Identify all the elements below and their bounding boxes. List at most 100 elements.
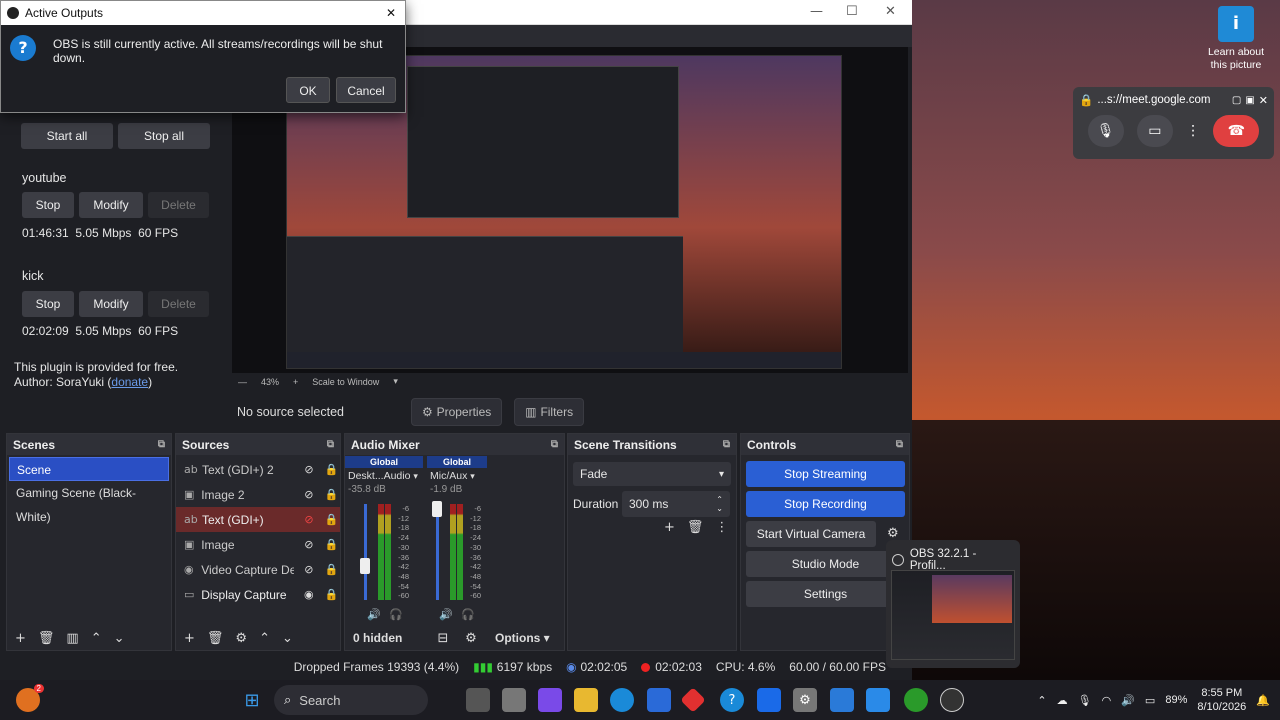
move-down-icon[interactable]: ⌄ — [282, 631, 293, 646]
close-window-icon[interactable]: ✕ — [885, 4, 896, 19]
duration-spinbox[interactable]: 300 ms ⌃ ⌄ — [622, 491, 730, 517]
end-call-button[interactable]: ☎ — [1213, 115, 1260, 147]
speaker-icon[interactable]: 🔊 — [367, 608, 381, 621]
zoom-out-icon[interactable]: — — [238, 377, 247, 387]
speaker-icon[interactable]: 🔊 — [439, 608, 453, 621]
undock-icon[interactable]: ⧉ — [158, 439, 165, 450]
filter-icon[interactable]: ▥ — [66, 631, 78, 646]
lock-icon[interactable]: 🔒 — [323, 488, 340, 501]
chevron-down-icon[interactable]: ▾ — [393, 377, 398, 387]
close-icon[interactable]: ✕ — [386, 6, 405, 20]
undock-icon[interactable]: ⧉ — [723, 439, 730, 450]
move-up-icon[interactable]: ⌃ — [259, 631, 270, 646]
lock-icon[interactable]: 🔒 — [323, 538, 340, 551]
trash-icon[interactable]: 🗑 — [207, 631, 224, 646]
clock[interactable]: 8:55 PM 8/10/2026 — [1197, 686, 1246, 714]
close-icon[interactable]: ✕ — [1259, 94, 1268, 107]
add-transition-icon[interactable]: + — [664, 520, 675, 535]
gear-icon[interactable]: ⚙ — [235, 631, 247, 646]
gear-icon[interactable]: ⚙ — [887, 526, 899, 541]
channel-name[interactable]: Mic/Aux ▾ — [427, 468, 487, 484]
trash-icon[interactable]: 🗑 — [687, 520, 704, 535]
start-all-button[interactable]: Start all — [21, 123, 113, 149]
wifi-icon[interactable]: ◠ — [1102, 694, 1112, 707]
more-icon[interactable]: ⋮ — [715, 520, 728, 535]
store-icon[interactable] — [647, 688, 671, 712]
minimize-icon[interactable]: — — [810, 4, 823, 19]
volume-slider-track[interactable] — [436, 504, 439, 600]
scale-select[interactable]: Scale to Window — [312, 377, 379, 387]
lock-icon[interactable]: 🔒 — [323, 563, 340, 576]
layout-icon[interactable]: ⊟ — [429, 631, 457, 646]
lock-icon[interactable]: 🔒 — [323, 588, 340, 601]
stop-kick-button[interactable]: Stop — [22, 291, 74, 317]
source-item[interactable]: ab Text (GDI+) 2 ⊘ 🔒 — [176, 457, 340, 482]
taskbar-search[interactable]: ⌕ Search — [274, 685, 428, 715]
source-item[interactable]: ▣ Image ⊘ 🔒 — [176, 532, 340, 557]
popout-icon[interactable]: ▢ — [1232, 95, 1241, 106]
modify-youtube-button[interactable]: Modify — [79, 192, 143, 218]
scene-item[interactable]: Gaming Scene (Black-White) — [9, 481, 169, 524]
trash-icon[interactable]: 🗑 — [38, 631, 55, 646]
stop-youtube-button[interactable]: Stop — [22, 192, 74, 218]
source-item[interactable]: ▭ Display Capture ◉ 🔒 — [176, 582, 340, 607]
obs-taskbar-icon[interactable] — [940, 688, 964, 712]
mic-icon[interactable]: 🎙 — [1078, 694, 1092, 707]
undock-icon[interactable]: ⧉ — [896, 439, 903, 450]
xbox-icon[interactable] — [904, 688, 928, 712]
filters-button[interactable]: ▥ Filters — [514, 398, 585, 426]
help-icon[interactable]: ? — [720, 688, 744, 712]
stop-recording-button[interactable]: Stop Recording — [746, 491, 905, 517]
taskbar-window-preview[interactable]: OBS 32.2.1 - Profil... — [886, 540, 1020, 668]
add-scene-icon[interactable]: + — [15, 631, 26, 646]
settings-button[interactable]: Settings — [746, 581, 905, 607]
delete-kick-button[interactable]: Delete — [148, 291, 209, 317]
edge-icon[interactable] — [610, 688, 634, 712]
lock-icon[interactable]: 🔒 — [323, 463, 340, 476]
transition-select[interactable]: Fade ▾ — [573, 462, 731, 486]
donate-link[interactable]: donate — [111, 375, 148, 389]
volume-slider-handle[interactable] — [432, 500, 442, 517]
headphones-icon[interactable]: 🎧 — [389, 608, 403, 621]
learn-about-picture-icon[interactable]: i Learn about this picture — [1198, 6, 1274, 72]
ok-button[interactable]: OK — [286, 77, 330, 103]
source-item[interactable]: ▣ Image 2 ⊘ 🔒 — [176, 482, 340, 507]
properties-button[interactable]: ⚙ Properties — [411, 398, 503, 426]
chevron-up-icon[interactable]: ⌃ — [1037, 694, 1046, 707]
undock-icon[interactable]: ⧉ — [327, 439, 334, 450]
volume-slider-track[interactable] — [364, 504, 367, 600]
advanced-audio-icon[interactable]: ⚙ — [457, 631, 485, 646]
volume-slider-handle[interactable] — [360, 558, 370, 575]
more-icon[interactable]: ⋮ — [1186, 123, 1200, 139]
volume-icon[interactable]: 🔊 — [1121, 694, 1135, 707]
stop-streaming-button[interactable]: Stop Streaming — [746, 461, 905, 487]
camera-button[interactable]: ▭ — [1136, 115, 1173, 147]
eye-icon[interactable]: ◉ — [300, 588, 317, 601]
maximize-icon[interactable]: ☐ — [846, 4, 858, 19]
hidden-count[interactable]: 0 hidden — [345, 631, 429, 645]
stop-all-button[interactable]: Stop all — [118, 123, 210, 149]
mic-button[interactable]: 🎙 — [1087, 115, 1124, 147]
app-red-icon[interactable] — [680, 687, 706, 713]
undock-icon[interactable]: ⧉ — [551, 439, 558, 450]
spin-arrows-icon[interactable]: ⌃ ⌄ — [716, 495, 723, 513]
delete-youtube-button[interactable]: Delete — [148, 192, 209, 218]
copilot-icon[interactable] — [538, 688, 562, 712]
dropbox-icon[interactable] — [757, 688, 781, 712]
eye-hidden-icon[interactable]: ⊘ — [301, 463, 318, 476]
notifications-icon[interactable]: 🔔 — [1256, 694, 1270, 707]
windows-start-icon[interactable]: ⊞ — [240, 688, 264, 712]
options-button[interactable]: Options ▾ — [485, 631, 550, 645]
pip-icon[interactable]: ▣ — [1245, 95, 1254, 106]
headphones-icon[interactable]: 🎧 — [461, 608, 475, 621]
outlook-icon[interactable] — [830, 688, 854, 712]
weather-widget-icon[interactable]: 2 — [16, 684, 44, 712]
eye-hidden-icon[interactable]: ⊘ — [300, 538, 317, 551]
battery-icon[interactable]: ▭ — [1145, 694, 1155, 707]
modify-kick-button[interactable]: Modify — [79, 291, 143, 317]
cloud-icon[interactable]: ☁ — [1057, 694, 1068, 707]
studio-mode-button[interactable]: Studio Mode — [746, 551, 905, 577]
eye-hidden-icon[interactable]: ⊘ — [300, 563, 317, 576]
eye-hidden-icon[interactable]: ⊘ — [300, 488, 317, 501]
settings-app-icon[interactable]: ⚙ — [793, 688, 817, 712]
